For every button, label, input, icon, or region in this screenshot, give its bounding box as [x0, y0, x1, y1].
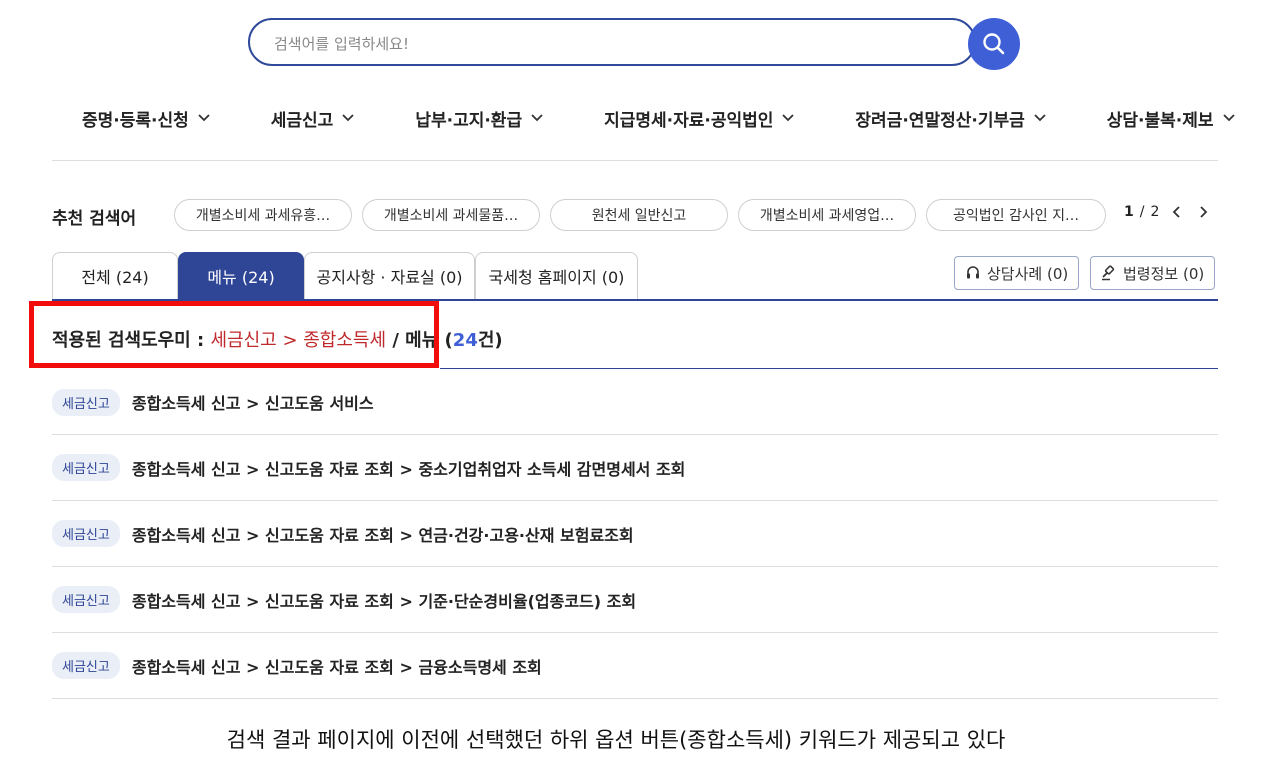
keyword-chip[interactable]: 공익법인 감사인 지…	[926, 199, 1106, 231]
next-page-button[interactable]	[1193, 205, 1215, 219]
keyword-chip[interactable]: 개별소비세 과세영업…	[738, 199, 916, 231]
chevron-down-icon	[1034, 114, 1046, 122]
search-bar	[248, 18, 1022, 70]
category-badge: 세금신고	[52, 586, 120, 613]
recommended-title: 추천 검색어	[52, 209, 137, 229]
search-icon	[983, 33, 1005, 55]
tab-all[interactable]: 전체 (24)	[52, 252, 178, 299]
category-badge: 세금신고	[52, 520, 120, 547]
result-list: 세금신고 종합소득세 신고 > 신고도움 서비스 세금신고 종합소득세 신고 >…	[52, 370, 1218, 699]
applied-underline	[440, 368, 1218, 369]
tab-menu[interactable]: 메뉴 (24)	[178, 252, 304, 299]
page-separator: /	[1139, 204, 1145, 220]
gnb-item-payment[interactable]: 납부·고지·환급	[385, 106, 574, 131]
list-item[interactable]: 세금신고 종합소득세 신고 > 신고도움 자료 조회 > 기준·단순경비율(업종…	[52, 567, 1218, 633]
tab-homepage[interactable]: 국세청 홈페이지 (0)	[475, 252, 638, 299]
page-current: 1	[1124, 204, 1134, 220]
result-path: 종합소득세 신고 > 신고도움 자료 조회 > 중소기업취업자 소득세 감면명세…	[131, 459, 686, 479]
gnb-item-consult[interactable]: 상담·불복·제보	[1077, 106, 1266, 131]
list-item[interactable]: 세금신고 종합소득세 신고 > 신고도움 서비스	[52, 370, 1218, 435]
applied-separator: /	[386, 330, 406, 351]
caption-text: 검색 결과 페이지에 이전에 선택했던 하위 옵션 버튼(종합소득세) 키워드가…	[226, 728, 1006, 752]
search-button[interactable]	[968, 18, 1020, 70]
gnb-item-certificate[interactable]: 증명·등록·신청	[52, 106, 241, 131]
list-item[interactable]: 세금신고 종합소득세 신고 > 신고도움 자료 조회 > 금융소득명세 조회	[52, 633, 1218, 699]
gnb-item-statement[interactable]: 지급명세·자료·공익법인	[574, 106, 825, 131]
law-info-label: 법령정보 (0)	[1123, 264, 1205, 283]
applied-path: 세금신고 > 종합소득세	[210, 330, 387, 351]
headset-icon	[967, 266, 979, 279]
chevron-right-icon	[1200, 206, 1208, 218]
result-path: 종합소득세 신고 > 신고도움 자료 조회 > 금융소득명세 조회	[131, 657, 542, 677]
applied-category: 메뉴 (	[405, 330, 453, 351]
gnb-label: 납부·고지·환급	[415, 110, 523, 131]
keyword-chip[interactable]: 개별소비세 과세유흥…	[174, 199, 352, 231]
keyword-chip[interactable]: 개별소비세 과세물품…	[362, 199, 540, 231]
applied-suffix: 건)	[477, 330, 503, 351]
gnb-label: 지급명세·자료·공익법인	[604, 110, 774, 131]
search-box	[248, 18, 976, 66]
gnb-item-tax-report[interactable]: 세금신고	[241, 106, 386, 131]
law-info-button[interactable]: 법령정보 (0)	[1090, 256, 1216, 290]
chevron-down-icon	[342, 114, 354, 122]
nav-divider	[52, 160, 1218, 161]
category-badge: 세금신고	[52, 388, 120, 416]
result-path: 종합소득세 신고 > 신고도움 서비스	[131, 394, 374, 413]
applied-prefix: 적용된 검색도우미 :	[52, 330, 211, 351]
main-navigation: 증명·등록·신청 세금신고 납부·고지·환급 지급명세·자료·공익법인 장려금·…	[52, 96, 1235, 140]
chevron-down-icon	[1222, 114, 1235, 122]
consult-cases-button[interactable]: 상담사례 (0)	[954, 256, 1080, 290]
applied-search-helper: 적용된 검색도우미 : 세금신고 > 종합소득세 / 메뉴 (24건)	[52, 326, 503, 352]
gavel-icon	[1102, 265, 1115, 281]
consult-cases-label: 상담사례 (0)	[987, 264, 1069, 283]
tab-notice[interactable]: 공지사항 · 자료실 (0)	[304, 252, 475, 299]
list-item[interactable]: 세금신고 종합소득세 신고 > 신고도움 자료 조회 > 연금·건강·고용·산재…	[52, 501, 1218, 567]
chevron-down-icon	[198, 114, 210, 122]
category-badge: 세금신고	[52, 454, 120, 481]
result-path: 종합소득세 신고 > 신고도움 자료 조회 > 기준·단순경비율(업종코드) 조…	[131, 591, 637, 611]
gnb-label: 장려금·연말정산·기부금	[855, 110, 1025, 131]
chevron-down-icon	[782, 114, 795, 122]
gnb-label: 상담·불복·제보	[1106, 110, 1214, 131]
category-badge: 세금신고	[52, 652, 120, 679]
applied-count: 24	[452, 330, 478, 351]
recommended-keywords: 추천 검색어 개별소비세 과세유흥… 개별소비세 과세물품… 원천세 일반신고 …	[52, 196, 1218, 232]
prev-page-button[interactable]	[1165, 205, 1187, 219]
search-input[interactable]	[272, 28, 876, 60]
chevron-down-icon	[531, 114, 543, 122]
keyword-pager: 1 / 2	[1124, 204, 1215, 220]
result-path: 종합소득세 신고 > 신고도움 자료 조회 > 연금·건강·고용·산재 보험료조…	[131, 525, 634, 545]
page-total: 2	[1150, 204, 1160, 220]
keyword-chip[interactable]: 원천세 일반신고	[550, 199, 728, 231]
tabs-underline	[52, 299, 1218, 301]
chevron-left-icon	[1173, 206, 1181, 218]
list-item[interactable]: 세금신고 종합소득세 신고 > 신고도움 자료 조회 > 중소기업취업자 소득세…	[52, 435, 1218, 501]
gnb-label: 세금신고	[270, 110, 334, 131]
gnb-label: 증명·등록·신청	[82, 110, 189, 131]
gnb-item-incentive[interactable]: 장려금·연말정산·기부금	[825, 106, 1076, 131]
